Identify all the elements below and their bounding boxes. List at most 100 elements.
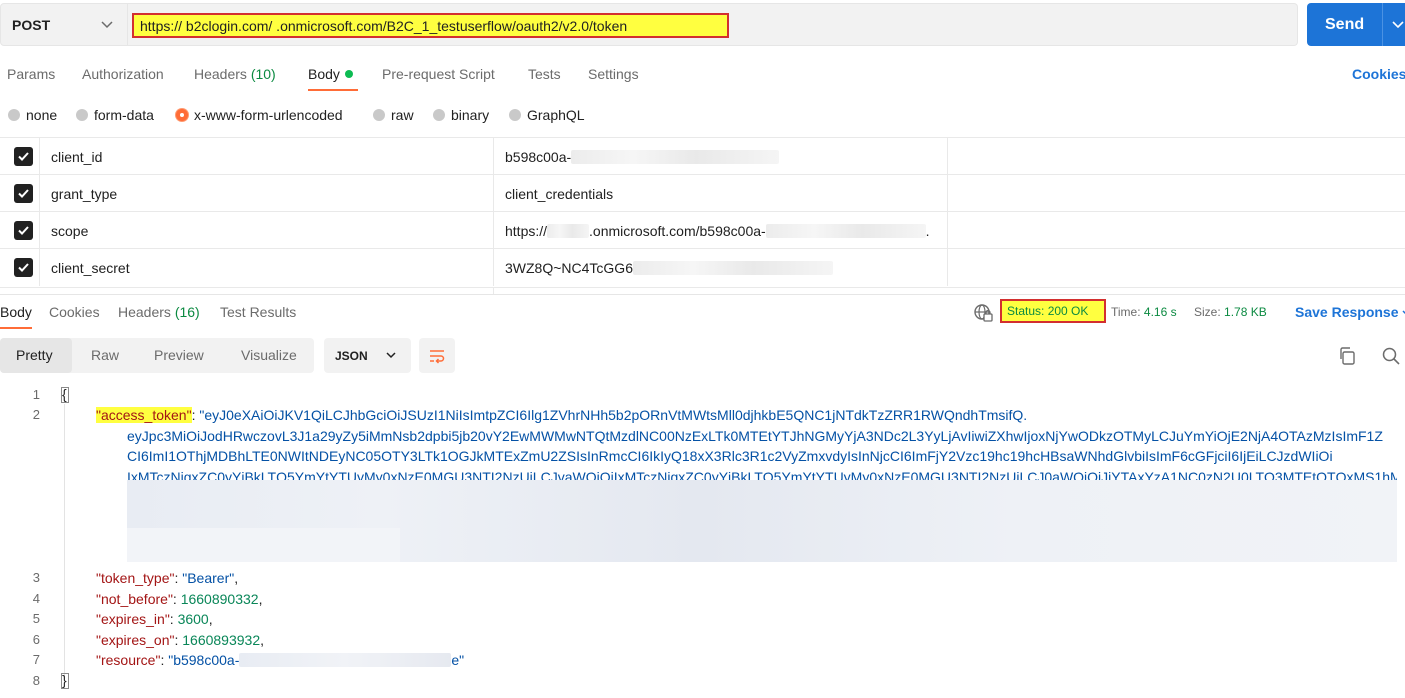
send-label: Send: [1325, 15, 1365, 33]
param-value-text: b598c00a-: [505, 149, 572, 165]
token-segment: eyJ0eXAiOiJKV1QiLCJhbGciOiJSUzI1NiIsImtp…: [204, 407, 1028, 423]
expires-in-value: 3600: [177, 611, 209, 627]
radio-raw-label: raw: [391, 107, 414, 123]
param-key[interactable]: client_id: [51, 149, 102, 165]
tab-response-body[interactable]: Body: [0, 304, 32, 320]
radio-binary-label: binary: [451, 107, 490, 123]
tab-settings[interactable]: Settings: [588, 66, 639, 82]
column-divider: [39, 249, 40, 286]
expires-on-value: 1660893932: [182, 632, 261, 648]
open-brace: {: [61, 386, 69, 403]
table-row: [0, 287, 1405, 294]
token-type-value: "Bearer": [182, 570, 235, 586]
tab-tests[interactable]: Tests: [528, 66, 561, 82]
tab-headers-label: Headers: [194, 66, 247, 82]
not-before-value: 1660890332: [180, 591, 259, 607]
resource-value: "b598c00a-e": [168, 652, 464, 668]
checkbox-checked-icon[interactable]: [14, 184, 33, 203]
param-value[interactable]: b598c00a-: [505, 149, 780, 165]
radio-graphql[interactable]: GraphQL: [509, 107, 585, 123]
radio-circle: [433, 109, 445, 121]
column-divider: [947, 212, 948, 249]
param-value[interactable]: client_credentials: [505, 186, 613, 202]
radio-binary[interactable]: binary: [433, 107, 489, 123]
param-key[interactable]: grant_type: [51, 186, 117, 202]
json-line-resource[interactable]: "resource": "b598c00a-e": [96, 652, 464, 668]
line-number: 1: [32, 387, 40, 402]
json-key: "access_token": [96, 407, 192, 423]
view-visualize[interactable]: Visualize: [241, 347, 297, 363]
time-label: Time:: [1111, 305, 1141, 319]
line-number: 5: [32, 611, 40, 626]
param-value[interactable]: https:// .onmicrosoft.com/b598c00a-.: [505, 223, 930, 239]
expires-on-key: expires_on: [100, 632, 170, 648]
status-label: Status:: [1007, 304, 1045, 318]
time-value: 4.16 s: [1143, 305, 1177, 319]
column-divider: [947, 138, 948, 175]
checkbox-checked-icon[interactable]: [14, 258, 33, 277]
tab-response-headers[interactable]: Headers (16): [118, 304, 200, 320]
chevron-down-icon: [386, 352, 396, 359]
json-line-token-type[interactable]: "token_type": "Bearer",: [96, 570, 238, 586]
json-line-not-before[interactable]: "not_before": 1660890332,: [96, 591, 262, 607]
json-key: "expires_on": [96, 632, 175, 648]
json-key: "not_before": [96, 591, 173, 607]
radio-none[interactable]: none: [8, 107, 57, 123]
json-line-expires-in[interactable]: "expires_in": 3600,: [96, 611, 213, 627]
format-select[interactable]: JSON: [324, 338, 411, 373]
radio-raw[interactable]: raw: [373, 107, 414, 123]
radio-urlencoded[interactable]: x-www-form-urlencoded: [176, 107, 343, 123]
save-response-button[interactable]: Save Response: [1295, 304, 1405, 320]
view-preview[interactable]: Preview: [154, 347, 204, 363]
chevron-down-icon[interactable]: [1391, 17, 1405, 31]
request-tabs: Params Authorization Headers (10) Body P…: [0, 60, 1405, 94]
param-value-end: .: [925, 223, 930, 239]
tab-headers[interactable]: Headers (10): [194, 66, 276, 82]
line-number: 3: [32, 570, 40, 585]
globe-lock-icon[interactable]: [973, 303, 993, 323]
table-row: scope https:// .onmicrosoft.com/b598c00a-…: [0, 211, 1405, 249]
tab-params[interactable]: Params: [7, 66, 55, 82]
json-line-access-token[interactable]: "access_token": "eyJ0eXAiOiJKV1QiLCJhbGc…: [96, 407, 1027, 423]
tab-body[interactable]: Body: [308, 66, 353, 82]
table-row: client_id b598c00a-: [0, 137, 1405, 175]
checkbox-checked-icon[interactable]: [14, 221, 33, 240]
resource-key: resource: [100, 652, 156, 668]
body-indicator-dot: [344, 70, 353, 79]
token-type-key: token_type: [100, 570, 170, 586]
param-key[interactable]: scope: [51, 223, 88, 239]
send-divider: [1382, 3, 1383, 46]
url-text: https:// b2clogin.com/ .onmicrosoft.com/…: [140, 17, 628, 34]
param-key[interactable]: client_secret: [51, 260, 130, 276]
close-brace: }: [61, 672, 69, 689]
radio-form-data-label: form-data: [94, 107, 154, 123]
send-button[interactable]: Send: [1307, 3, 1405, 46]
tab-response-cookies[interactable]: Cookies: [49, 304, 100, 320]
method-select[interactable]: POST: [0, 3, 128, 46]
tab-body-label: Body: [308, 66, 340, 82]
checkbox-checked-icon[interactable]: [14, 147, 33, 166]
tab-authorization[interactable]: Authorization: [82, 66, 164, 82]
brace-match-box: [61, 673, 69, 689]
tab-prerequest-script[interactable]: Pre-request Script: [382, 66, 495, 82]
view-pretty[interactable]: Pretty: [16, 347, 53, 363]
response-size[interactable]: Size: 1.78 KB: [1194, 305, 1267, 319]
param-value[interactable]: 3WZ8Q~NC4TcGG6: [505, 260, 833, 276]
cookies-link[interactable]: Cookies: [1352, 66, 1405, 82]
response-time[interactable]: Time: 4.16 s: [1111, 305, 1177, 319]
tab-test-results[interactable]: Test Results: [220, 304, 296, 320]
json-line-expires-on[interactable]: "expires_on": 1660893932,: [96, 632, 264, 648]
radio-form-data[interactable]: form-data: [76, 107, 154, 123]
status-badge[interactable]: Status: 200 OK: [1000, 299, 1106, 323]
view-raw[interactable]: Raw: [91, 347, 119, 363]
copy-icon[interactable]: [1337, 346, 1357, 366]
active-tab-underline: [308, 89, 358, 91]
line-number: 8: [32, 673, 40, 688]
wrap-lines-button[interactable]: [419, 338, 455, 373]
search-icon[interactable]: [1381, 346, 1401, 366]
url-input[interactable]: https:// b2clogin.com/ .onmicrosoft.com/…: [128, 3, 1298, 46]
wrap-lines-icon: [430, 350, 445, 364]
body-type-radios: none form-data x-www-form-urlencoded raw…: [0, 104, 1405, 128]
redacted-block: [571, 150, 780, 165]
json-key: "expires_in": [96, 611, 170, 627]
